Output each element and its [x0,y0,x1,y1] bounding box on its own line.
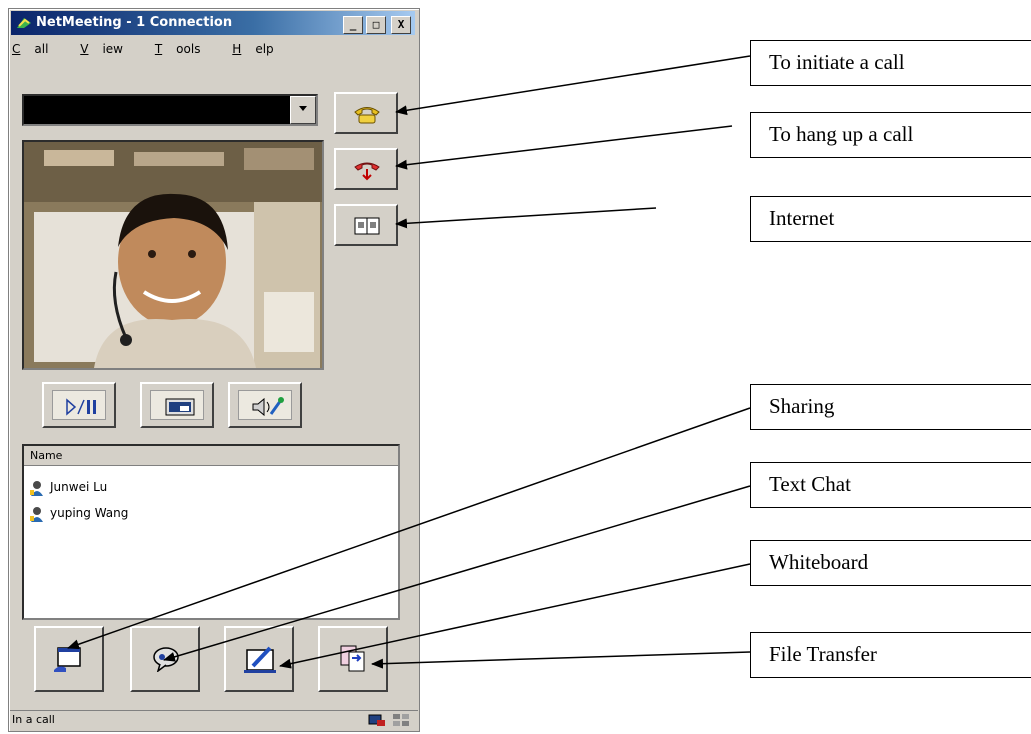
arrow-hang-up-call [395,125,733,170]
arrow-initiate-call [395,55,751,116]
arrow-internet [395,207,657,229]
arrow-sharing [67,407,751,650]
arrow-text-chat [163,485,751,662]
arrow-file-transfer [371,651,751,669]
callout-arrows [67,55,751,669]
arrow-whiteboard [279,563,751,669]
